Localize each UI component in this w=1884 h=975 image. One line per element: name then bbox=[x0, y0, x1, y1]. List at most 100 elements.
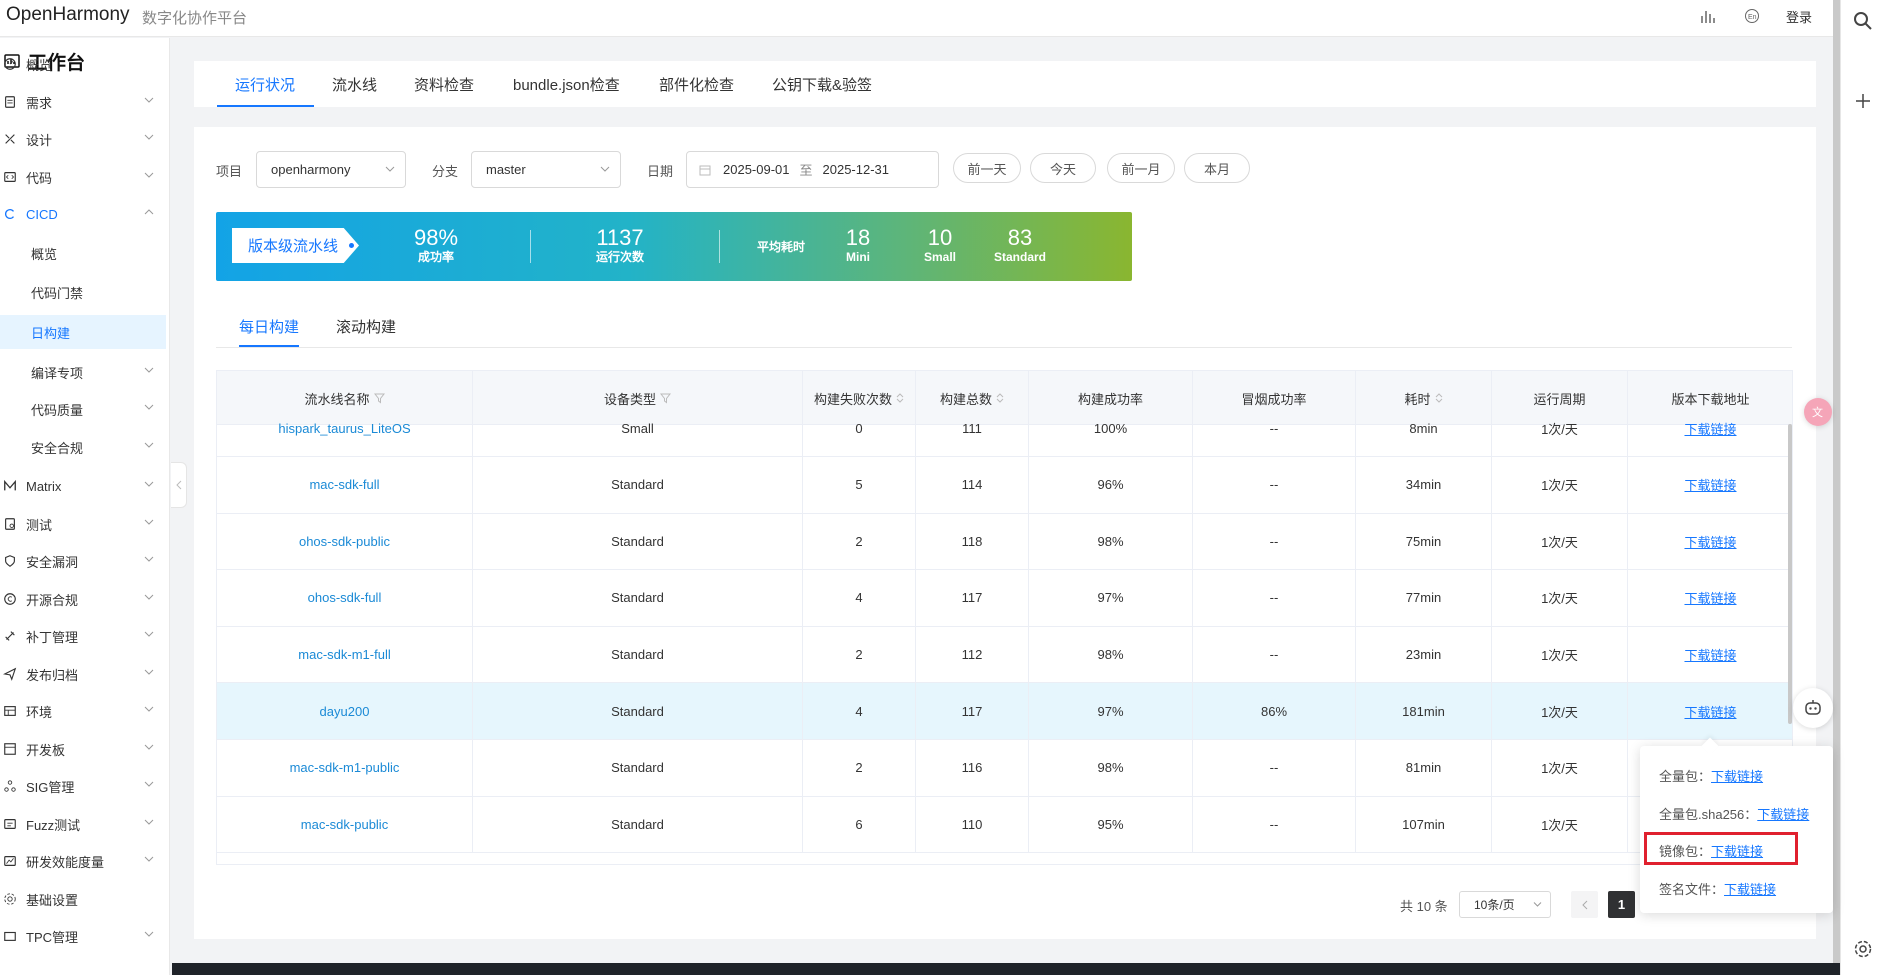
download-link-cell[interactable]: 下载链接 bbox=[1628, 513, 1792, 569]
chevron-down-icon bbox=[144, 172, 154, 178]
tab-bundle-check[interactable]: bundle.json检查 bbox=[513, 61, 620, 107]
download-link-cell[interactable]: 下载链接 bbox=[1628, 683, 1792, 739]
branch-label: 分支 bbox=[432, 164, 459, 179]
branch-select[interactable]: master bbox=[471, 151, 621, 188]
bar-chart-icon[interactable] bbox=[1698, 6, 1718, 26]
sidebar-item[interactable]: Fuzz测试 bbox=[0, 807, 166, 841]
sidebar-item[interactable]: 开发板 bbox=[0, 732, 166, 766]
table-cell: -- bbox=[1193, 456, 1356, 513]
search-icon[interactable] bbox=[1852, 10, 1874, 32]
sidebar-item[interactable]: 日构建 bbox=[0, 315, 166, 349]
prev-page-button[interactable] bbox=[1571, 891, 1598, 918]
project-select[interactable]: openharmony bbox=[256, 151, 406, 188]
plus-icon[interactable] bbox=[1852, 90, 1874, 112]
tab-component-check[interactable]: 部件化检查 bbox=[659, 61, 734, 107]
table-cell: 1次/天 bbox=[1492, 626, 1628, 683]
date-end[interactable]: 2025-12-31 bbox=[823, 162, 890, 177]
sidebar-item[interactable]: 开源合规 bbox=[0, 582, 166, 616]
tab-rolling-build[interactable]: 滚动构建 bbox=[336, 316, 396, 337]
chevron-down-icon bbox=[144, 442, 154, 448]
sidebar-item[interactable]: 安全合规 bbox=[0, 430, 166, 464]
tab-key-download[interactable]: 公钥下载&验签 bbox=[772, 61, 872, 107]
pipeline-name-link[interactable]: mac-sdk-full bbox=[217, 456, 473, 513]
pipeline-name-link[interactable]: mac-sdk-public bbox=[217, 796, 473, 853]
signature-file-link[interactable]: 下载链接 bbox=[1724, 882, 1776, 897]
sidebar-item-label: 开发板 bbox=[26, 742, 66, 758]
pipeline-name-link[interactable]: ohos-sdk-public bbox=[217, 513, 473, 570]
table-cell: 6 bbox=[803, 796, 916, 853]
sidebar-item[interactable]: CICD bbox=[0, 197, 166, 231]
pipeline-name-link[interactable]: mac-sdk-m1-full bbox=[217, 626, 473, 683]
prev-month-button[interactable]: 前一月 bbox=[1107, 153, 1175, 183]
page-size-select[interactable]: 10条/页 bbox=[1459, 891, 1551, 918]
tab-doc-check[interactable]: 资料检查 bbox=[414, 61, 474, 107]
settings-icon[interactable] bbox=[1852, 938, 1874, 960]
download-link-cell[interactable]: 下载链接 bbox=[1628, 570, 1792, 626]
small-stat: 10 Small bbox=[923, 225, 956, 265]
table-cell: 1次/天 bbox=[1492, 739, 1628, 796]
download-link[interactable]: 下载链接 bbox=[1684, 419, 1736, 438]
sidebar-item[interactable]: 概览 bbox=[0, 236, 166, 270]
download-link[interactable]: 下载链接 bbox=[1684, 645, 1736, 664]
sidebar-item[interactable]: 环境 bbox=[0, 694, 166, 728]
login-link[interactable]: 登录 bbox=[1786, 7, 1812, 26]
table-cell: 100% bbox=[1029, 400, 1193, 456]
chevron-down-icon bbox=[144, 519, 154, 525]
brand-name[interactable]: OpenHarmony bbox=[6, 4, 130, 26]
table-scrollbar[interactable] bbox=[1788, 424, 1792, 724]
assistant-float-button[interactable] bbox=[1793, 688, 1833, 728]
sidebar-item[interactable]: 测试 bbox=[0, 507, 166, 541]
prev-day-button[interactable]: 前一天 bbox=[953, 153, 1021, 183]
sidebar-item[interactable]: 基础设置 bbox=[0, 882, 166, 916]
this-month-button[interactable]: 本月 bbox=[1184, 153, 1250, 183]
sidebar-item[interactable]: 安全漏洞 bbox=[0, 544, 166, 578]
pipeline-name-link[interactable]: hispark_taurus_LiteOS bbox=[217, 400, 473, 456]
sidebar-item[interactable]: 补丁管理 bbox=[0, 619, 166, 653]
sidebar-collapse-toggle[interactable] bbox=[171, 462, 187, 508]
pipeline-name-link[interactable]: mac-sdk-m1-public bbox=[217, 739, 473, 796]
tab-daily-build[interactable]: 每日构建 bbox=[239, 316, 299, 337]
download-link-cell[interactable]: 下载链接 bbox=[1628, 626, 1792, 682]
full-package-link[interactable]: 下载链接 bbox=[1711, 769, 1763, 784]
chevron-down-icon bbox=[144, 594, 154, 600]
tab-run-status[interactable]: 运行状况 bbox=[235, 61, 295, 107]
date-range-picker[interactable]: 2025-09-01 至 2025-12-31 bbox=[686, 151, 939, 188]
language-icon[interactable]: En bbox=[1742, 6, 1762, 26]
sidebar-item[interactable]: 研发效能度量 bbox=[0, 844, 166, 878]
pipeline-name-link[interactable]: dayu200 bbox=[217, 683, 473, 739]
table-cell: 1次/天 bbox=[1492, 400, 1628, 456]
tab-pipeline[interactable]: 流水线 bbox=[332, 61, 377, 107]
sidebar-item[interactable]: 代码质量 bbox=[0, 392, 166, 426]
sidebar-item[interactable]: 代码门禁 bbox=[0, 275, 166, 309]
sidebar-item-label: 发布归档 bbox=[26, 667, 79, 683]
download-link[interactable]: 下载链接 bbox=[1684, 702, 1736, 721]
sidebar-item[interactable]: 编译专项 bbox=[0, 355, 166, 389]
table-cell: 2 bbox=[803, 739, 916, 796]
sidebar-item[interactable]: 代码 bbox=[0, 160, 166, 194]
sidebar-item[interactable]: 需求 bbox=[0, 85, 166, 119]
pipeline-name-link[interactable]: ohos-sdk-full bbox=[217, 569, 473, 626]
page-scrollbar[interactable] bbox=[1833, 0, 1840, 975]
table-cell: 2 bbox=[803, 626, 916, 683]
translate-float-button[interactable]: 文 bbox=[1804, 398, 1832, 426]
full-sha256-link[interactable]: 下载链接 bbox=[1757, 807, 1809, 822]
download-link[interactable]: 下载链接 bbox=[1684, 532, 1736, 551]
download-link-cell[interactable]: 下载链接 bbox=[1628, 400, 1792, 456]
sidebar-item[interactable]: 设计 bbox=[0, 122, 166, 156]
sidebar-item-label: 开源合规 bbox=[26, 592, 79, 608]
board-icon bbox=[2, 741, 18, 757]
table-cell: 97% bbox=[1029, 569, 1193, 626]
download-link[interactable]: 下载链接 bbox=[1684, 475, 1736, 494]
sidebar-item[interactable]: Matrix bbox=[0, 469, 166, 503]
robot-icon bbox=[1805, 700, 1821, 715]
sidebar-item[interactable]: 概览 bbox=[0, 47, 166, 81]
sidebar-item[interactable]: 发布归档 bbox=[0, 657, 166, 691]
download-link[interactable]: 下载链接 bbox=[1684, 588, 1736, 607]
sidebar-item[interactable]: TPC管理 bbox=[0, 919, 166, 953]
date-start[interactable]: 2025-09-01 bbox=[723, 162, 790, 177]
table-cell: 112 bbox=[916, 626, 1029, 683]
download-link-cell[interactable]: 下载链接 bbox=[1628, 457, 1792, 513]
today-button[interactable]: 今天 bbox=[1030, 153, 1096, 183]
sidebar-item[interactable]: SIG管理 bbox=[0, 769, 166, 803]
page-number-current[interactable]: 1 bbox=[1608, 891, 1635, 918]
